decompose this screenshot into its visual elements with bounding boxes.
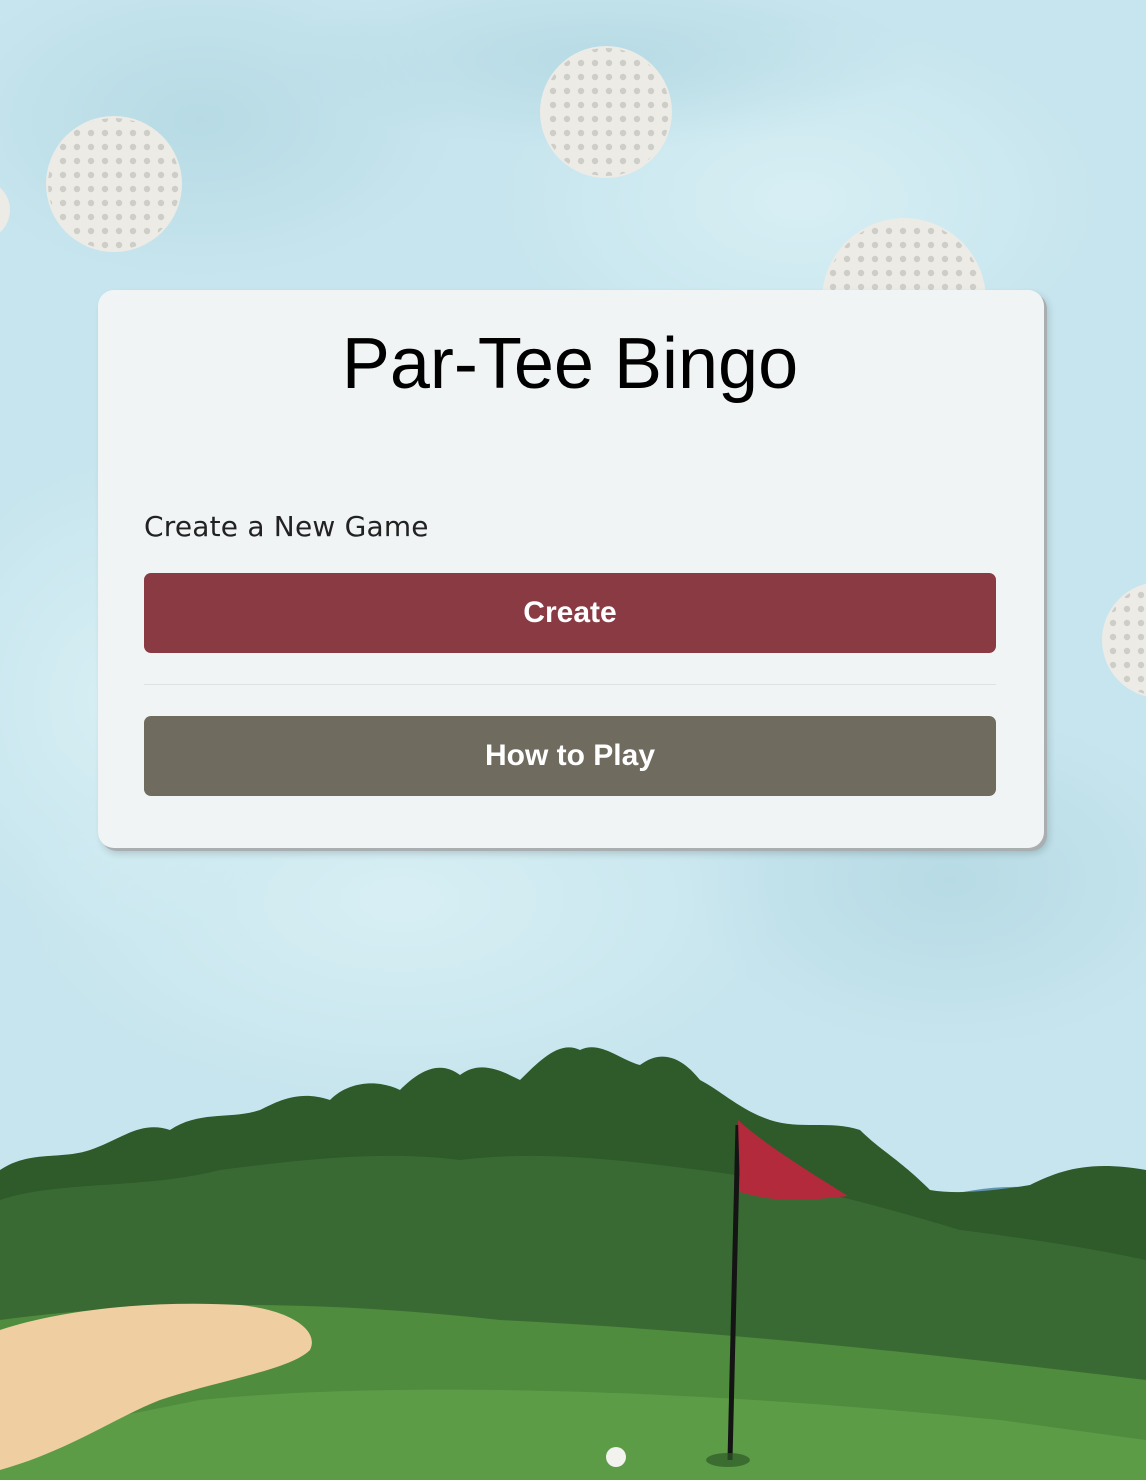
create-section-label: Create a New Game [144,510,429,543]
golf-ball-icon [606,1447,626,1467]
how-to-play-button[interactable]: How to Play [144,716,996,796]
divider [144,684,996,685]
main-card: Par-Tee Bingo Create a New Game Create H… [98,290,1044,848]
golf-ball-icon [46,116,182,252]
create-button[interactable]: Create [144,573,996,653]
golf-ball-icon [540,46,672,178]
app-title: Par-Tee Bingo [341,324,799,404]
